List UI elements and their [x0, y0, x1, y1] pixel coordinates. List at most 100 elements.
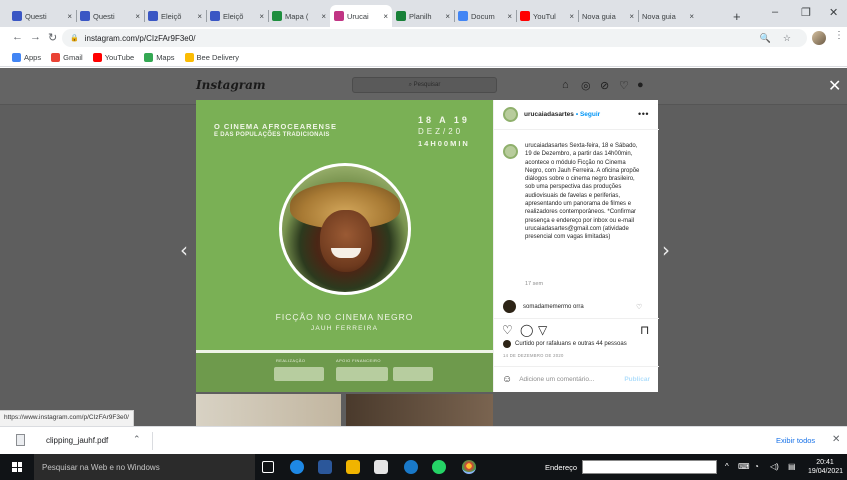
- save-bookmark-icon[interactable]: ⊓: [640, 323, 649, 337]
- word-icon[interactable]: [318, 460, 332, 474]
- share-icon[interactable]: ▽: [538, 323, 547, 337]
- tray-chevron-icon[interactable]: ^: [725, 462, 729, 471]
- status-url-bubble: https://www.instagram.com/p/CIzFAr9F3e0/: [0, 410, 134, 426]
- browser-tab[interactable]: Docum ×: [454, 5, 516, 27]
- account-handle[interactable]: urucaiadasartes: [524, 111, 574, 118]
- task-view-icon[interactable]: [262, 461, 274, 473]
- minimize-button[interactable]: –: [772, 6, 778, 18]
- tab-favicon-icon: [396, 11, 406, 21]
- tab-strip: + – ❐ ✕ Questi × Questi × Eleiçõ × Eleiçõ × Mapa…: [0, 0, 847, 27]
- tab-title: Docum: [471, 11, 495, 21]
- close-tab-icon[interactable]: ×: [689, 12, 694, 21]
- more-options-icon[interactable]: •••: [638, 109, 649, 119]
- like-heart-icon[interactable]: ♡: [502, 323, 513, 337]
- bookmark-item[interactable]: Bee Delivery: [184, 53, 239, 62]
- direct-icon[interactable]: ◎: [581, 79, 591, 92]
- commenter-avatar[interactable]: [503, 300, 516, 313]
- address-toolbar-input[interactable]: [582, 460, 717, 474]
- poster-date-month: DEZ/20: [418, 127, 464, 136]
- clock[interactable]: 20:41 19/04/2021: [808, 458, 843, 476]
- whatsapp-icon[interactable]: [432, 460, 446, 474]
- follow-button[interactable]: • Seguir: [576, 111, 600, 118]
- new-tab-button[interactable]: +: [733, 9, 741, 24]
- volume-icon[interactable]: ◁): [770, 462, 779, 471]
- caption-avatar[interactable]: [503, 144, 518, 159]
- bookmark-item[interactable]: Maps: [144, 53, 175, 62]
- emoji-icon[interactable]: ☺: [502, 374, 512, 385]
- language-icon[interactable]: ⌨: [738, 462, 750, 471]
- network-icon[interactable]: ◔: [754, 462, 759, 471]
- search-input[interactable]: ⌕ Pesquisar: [352, 77, 497, 93]
- browser-menu-icon[interactable]: ⋮: [834, 30, 844, 41]
- zoom-icon[interactable]: 🔍: [760, 33, 771, 44]
- browser-tab[interactable]: Nova guia ×: [578, 5, 638, 27]
- close-modal-icon[interactable]: ✕: [828, 76, 841, 96]
- store-icon[interactable]: [374, 460, 388, 474]
- close-tab-icon[interactable]: ×: [197, 12, 202, 21]
- bookmark-item[interactable]: Apps: [12, 53, 41, 62]
- browser-tab[interactable]: YouTul ×: [516, 5, 578, 27]
- download-file-name[interactable]: clipping_jauhf.pdf: [46, 436, 108, 445]
- restore-button[interactable]: ❐: [801, 6, 811, 19]
- browser-tab[interactable]: Questi ×: [8, 5, 76, 27]
- reload-icon[interactable]: ↻: [48, 31, 57, 44]
- address-bar[interactable]: 🔒 instagram.com/p/CIzFAr9F3e0/ 🔍 ☆: [62, 29, 807, 47]
- profile-icon[interactable]: ●: [637, 79, 644, 91]
- forward-icon[interactable]: →: [30, 31, 41, 43]
- account-avatar[interactable]: [503, 107, 518, 122]
- notification-icon[interactable]: ▤: [788, 462, 796, 471]
- post-date: 14 DE DEZEMBRO DE 2020: [503, 353, 564, 358]
- comment-icon[interactable]: ◯: [520, 323, 533, 337]
- chrome-icon[interactable]: [462, 460, 476, 474]
- activity-heart-icon[interactable]: ♡: [619, 79, 629, 92]
- chevron-up-icon[interactable]: ⌃: [133, 434, 141, 445]
- poster-headline: O CINEMA AFROCEARENSE: [214, 122, 337, 131]
- bookmark-star-icon[interactable]: ☆: [783, 33, 791, 44]
- close-window-button[interactable]: ✕: [829, 6, 838, 19]
- close-tab-icon[interactable]: ×: [321, 12, 326, 21]
- profile-avatar[interactable]: [812, 31, 826, 45]
- sponsor-logo-left: [274, 367, 324, 381]
- close-tab-icon[interactable]: ×: [67, 12, 72, 21]
- browser-tab[interactable]: Questi ×: [76, 5, 144, 27]
- comment-like-icon[interactable]: ♡: [636, 303, 642, 311]
- show-all-downloads-button[interactable]: Exibir todos: [776, 436, 815, 445]
- related-post-thumbnail-1[interactable]: [196, 394, 341, 426]
- app-icon[interactable]: [404, 460, 418, 474]
- related-post-thumbnail-2[interactable]: [346, 394, 493, 426]
- close-download-bar-icon[interactable]: ✕: [832, 434, 840, 445]
- close-tab-icon[interactable]: ×: [383, 12, 388, 21]
- file-explorer-icon[interactable]: [346, 460, 360, 474]
- prev-post-arrow-icon[interactable]: ‹: [180, 238, 188, 262]
- taskbar-search-input[interactable]: Pesquisar na Web e no Windows: [34, 454, 255, 480]
- close-tab-icon[interactable]: ×: [569, 12, 574, 21]
- close-tab-icon[interactable]: ×: [507, 12, 512, 21]
- close-tab-icon[interactable]: ×: [445, 12, 450, 21]
- browser-tab[interactable]: Urucai ×: [330, 5, 392, 27]
- next-post-arrow-icon[interactable]: ›: [662, 238, 670, 262]
- edge-icon[interactable]: [290, 460, 304, 474]
- browser-tab[interactable]: Planilh ×: [392, 5, 454, 27]
- likes-text[interactable]: Curtido por rafaluans e outras 44 pessoa…: [515, 341, 627, 347]
- comment-input[interactable]: Adicione um comentário...: [519, 376, 624, 383]
- close-tab-icon[interactable]: ×: [629, 12, 634, 21]
- windows-start-icon[interactable]: [12, 462, 22, 472]
- explore-icon[interactable]: ⊘: [600, 79, 609, 92]
- close-tab-icon[interactable]: ×: [259, 12, 264, 21]
- publish-button[interactable]: Publicar: [624, 376, 650, 383]
- instagram-logo[interactable]: Instagram: [196, 78, 266, 92]
- bookmark-item[interactable]: YouTube: [92, 53, 134, 62]
- browser-tab[interactable]: Eleiçõ ×: [206, 5, 268, 27]
- address-toolbar-label: Endereço: [545, 463, 578, 472]
- pdf-file-icon: [16, 434, 25, 446]
- browser-tab[interactable]: Eleiçõ ×: [144, 5, 206, 27]
- lock-icon: 🔒: [70, 35, 79, 42]
- back-icon[interactable]: ←: [12, 31, 23, 43]
- home-icon[interactable]: ⌂: [562, 79, 569, 91]
- browser-tab[interactable]: Mapa (×: [268, 5, 330, 27]
- close-tab-icon[interactable]: ×: [135, 12, 140, 21]
- portrait-photo: [279, 163, 411, 295]
- bookmark-item[interactable]: Gmail: [51, 53, 83, 62]
- browser-tab[interactable]: Nova guia ×: [638, 5, 698, 27]
- tab-favicon-icon: [272, 11, 282, 21]
